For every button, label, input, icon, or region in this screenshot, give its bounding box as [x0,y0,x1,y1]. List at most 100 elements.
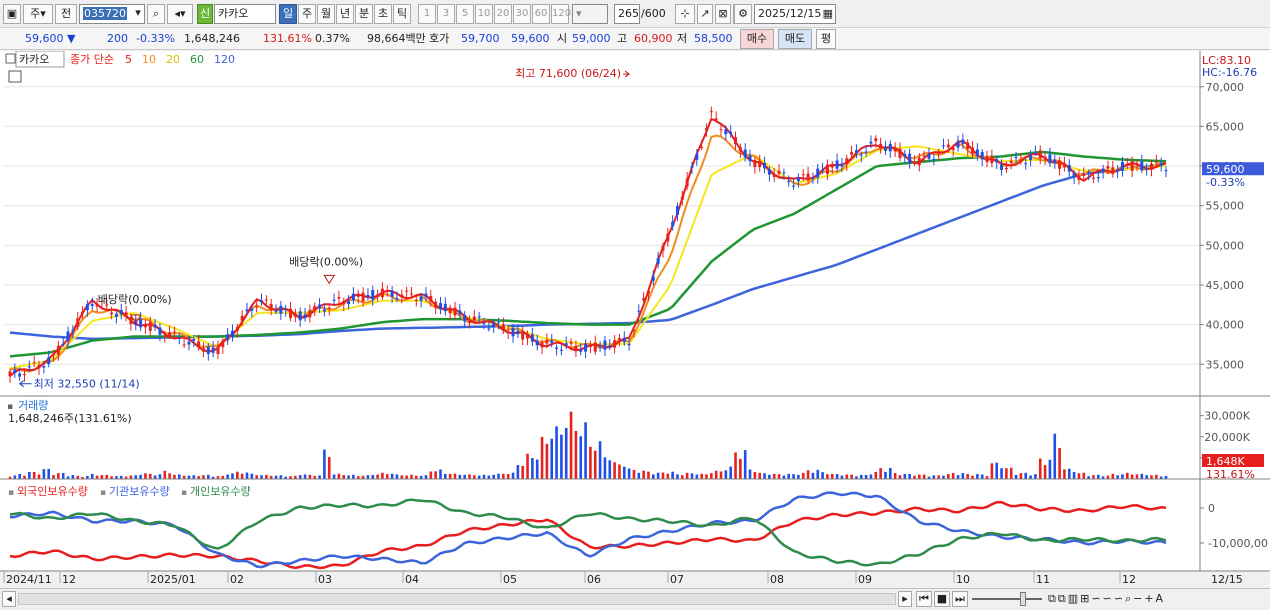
number-tab-10[interactable]: 10 [475,4,493,24]
search-icon[interactable]: ⌕ [147,4,165,24]
candle-body [395,298,399,300]
interval-tab-6[interactable]: 틱 [393,4,411,24]
scrollbar-track[interactable] [18,593,896,605]
candle-body [564,343,568,346]
grid-tool-icon[interactable]: ⊠ [715,4,731,24]
draw-tool-icon[interactable]: ↗ [697,4,713,24]
code-dropdown[interactable]: ▾ [131,5,145,23]
volume-bar [898,475,902,479]
candle-body [347,301,351,304]
candle-body [434,301,438,308]
volume-bar [303,474,307,479]
chart-window: { "toolbar":{"period_label":"주","prev_la… [0,0,1270,610]
speaker-icon[interactable]: ◂▾ [167,4,193,24]
candle-body [893,147,897,152]
count-input[interactable]: 265 [614,4,640,24]
candle-body [622,337,626,343]
scroll-right-icon[interactable]: ▸ [898,591,912,607]
volume-bar [874,471,878,479]
layout-icon[interactable]: ▣ [3,4,21,24]
scroll-left-icon[interactable]: ◂ [2,591,16,607]
volume-bar [768,474,771,479]
number-tab-60[interactable]: 60 [532,4,550,24]
calendar-icon[interactable]: ▦ [823,5,835,23]
number-tab-3[interactable]: 3 [437,4,455,24]
candle-body [646,290,650,294]
prev-select[interactable]: 전 [55,4,77,24]
volume-bar [42,469,46,479]
number-tab-30[interactable]: 30 [513,4,531,24]
zoom-slider-thumb[interactable] [1020,592,1026,606]
sell-button[interactable]: 매도 [778,29,812,49]
candle-body [71,329,75,331]
candle-body [351,293,355,301]
volume-bar [395,474,399,479]
candle-body [1120,161,1124,171]
candle-body [613,340,617,348]
quote-low-label: 저 [677,32,688,45]
volume-rate-label: 131.61% [1206,468,1255,481]
volume-bar [148,473,152,479]
legend-ma-60: 60 [190,53,204,66]
stop-icon[interactable]: ■ [934,591,950,607]
play-forward-icon[interactable]: ⏭ [952,591,968,607]
volume-bar [424,475,428,479]
number-tab-1[interactable]: 1 [418,4,436,24]
candle-body [342,300,346,305]
volume-bar [903,473,907,479]
number-tab-20[interactable]: 20 [494,4,512,24]
volume-bar [777,474,781,479]
quote-volume-ratio: 131.61% [263,32,312,45]
period-select[interactable]: 주▾ [23,4,53,24]
candle-body [1033,152,1037,154]
candle-body [492,323,496,327]
price-tick-label: 70,000 [1206,81,1245,94]
volume-toggle-icon: ▪ [7,402,13,412]
volume-bar [47,468,50,479]
candle-body [835,160,839,169]
interval-tab-3[interactable]: 년 [336,4,354,24]
candle-body [511,327,515,337]
candle-body [1024,163,1028,165]
number-tab-5[interactable]: 5 [456,4,474,24]
stock-name-field[interactable]: 카카오 [214,4,276,24]
zoom-slider[interactable] [972,598,1042,600]
candle-body [608,345,612,347]
volume-bar [947,474,950,479]
interval-tab-0[interactable]: 일 [279,4,297,24]
holdings-legend-1: 기관보유수량 [109,485,170,498]
play-back-icon[interactable]: ⏮ [916,591,932,607]
chart-svg[interactable]: 35,00040,00045,00050,00055,00060,00065,0… [0,50,1270,588]
candle-body [966,142,970,150]
candle-body [1004,167,1008,170]
volume-bar [318,475,321,479]
volume-bar [255,475,258,479]
interval-tab-1[interactable]: 주 [298,4,316,24]
volume-bar [453,473,457,479]
candle-body [680,196,684,200]
quote-amount: 98,664백만 [367,32,426,45]
volume-bar [719,471,723,479]
eval-button[interactable]: 평 [816,29,836,49]
candle-body [172,331,176,333]
candle-body [260,300,264,303]
date-input[interactable]: 2025/12/15 ▦ [754,4,836,24]
candle-body [37,364,41,369]
interval-tab-4[interactable]: 분 [355,4,373,24]
interval-tab-2[interactable]: 월 [317,4,335,24]
crosshair-icon[interactable]: ⊹ [675,4,695,24]
candle-body [545,339,549,344]
tool-icons[interactable]: ⧉⧉▥⊞∽∽∽⌕−+A [1048,592,1165,606]
buy-button[interactable]: 매수 [740,29,774,49]
quote-low: 58,500 [694,32,733,45]
chart-area[interactable]: 35,00040,00045,00050,00055,00060,00065,0… [0,50,1270,588]
candle-body [230,330,234,338]
quote-open-label: 시 [557,32,568,45]
interval-tab-5[interactable]: 초 [374,4,392,24]
candle-body [850,152,854,155]
extra-select[interactable]: ▾ [572,4,608,24]
number-tab-120[interactable]: 120 [551,4,571,24]
settings-icon[interactable]: ⚙ [734,4,752,24]
candle-body [284,309,288,311]
volume-bar [1019,473,1023,479]
